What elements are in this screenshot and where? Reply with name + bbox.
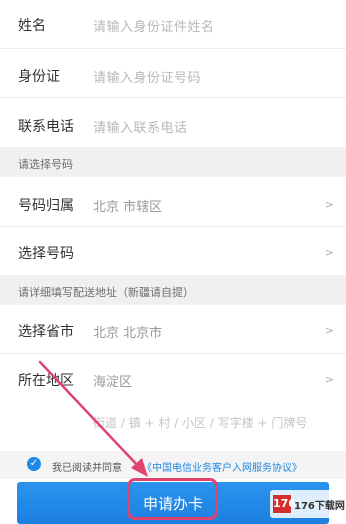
choose-number-label: 选择号码 — [18, 246, 74, 262]
phone-label: 联系电话 — [18, 119, 74, 135]
district-row[interactable]: 所在地区 海淀区 > — [0, 354, 346, 402]
id-card-input[interactable]: 请输入身份证号码 — [93, 67, 201, 86]
number-location-label: 号码归属 — [18, 198, 74, 214]
id-card-row[interactable]: 身份证 请输入身份证号码 — [0, 49, 346, 97]
province-city-value: 北京 北京市 — [93, 326, 163, 341]
name-label: 姓名 — [18, 18, 46, 34]
district-value: 海淀区 — [93, 375, 133, 390]
phone-row[interactable]: 联系电话 请输入联系电话 — [0, 98, 346, 147]
address-detail-input[interactable]: 街道 / 镇 + 村 / 小区 / 写字楼 + 门牌号 — [93, 414, 307, 431]
section-number-title: 请选择号码 — [18, 158, 73, 171]
number-location-row[interactable]: 号码归属 北京 市辖区 > — [0, 177, 346, 226]
agreement-link[interactable]: 《中国电信业务客户入网服务协议》 — [142, 459, 302, 474]
annotation-highlight-box — [127, 478, 218, 520]
name-row[interactable]: 姓名 请输入身份证件姓名 — [0, 0, 346, 48]
section-header-number: 请选择号码 — [0, 147, 346, 177]
agreement-row: ✓ 我已阅读并同意 《中国电信业务客户入网服务协议》 — [0, 451, 346, 479]
section-header-address: 请详细填写配送地址（新疆请自提） — [0, 275, 346, 305]
agreement-text: 我已阅读并同意 — [52, 463, 122, 474]
choose-number-row[interactable]: 选择号码 > — [0, 227, 346, 275]
id-card-label: 身份证 — [18, 69, 60, 85]
chevron-right-icon: > — [324, 198, 334, 211]
watermark-logo: 176 — [273, 495, 296, 513]
chevron-right-icon: > — [324, 246, 334, 259]
phone-input[interactable]: 请输入联系电话 — [93, 117, 188, 136]
agreement-checkbox[interactable]: ✓ — [27, 457, 41, 471]
chevron-right-icon: > — [324, 324, 334, 337]
province-city-label: 选择省市 — [18, 324, 74, 340]
province-city-row[interactable]: 选择省市 北京 北京市 > — [0, 305, 346, 353]
number-location-value: 北京 市辖区 — [93, 200, 163, 215]
district-label: 所在地区 — [18, 373, 74, 389]
chevron-right-icon: > — [324, 373, 334, 386]
watermark: 176 176下载网 — [270, 490, 345, 518]
watermark-text: 176下载网 — [294, 501, 345, 512]
name-input[interactable]: 请输入身份证件姓名 — [93, 16, 215, 35]
section-address-title: 请详细填写配送地址（新疆请自提） — [18, 286, 194, 299]
